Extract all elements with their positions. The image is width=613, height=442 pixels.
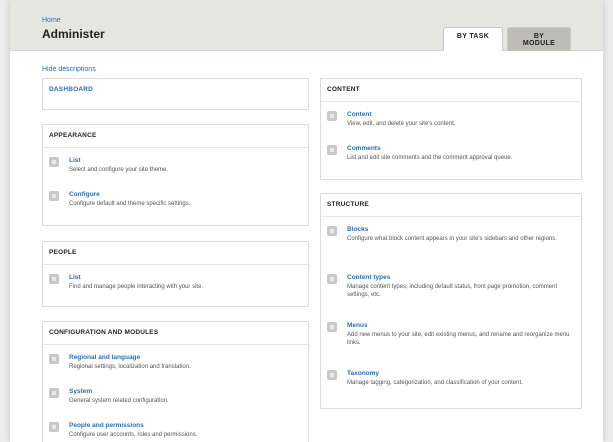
comments-link[interactable]: Comments	[347, 144, 575, 153]
dashboard-link[interactable]: DASHBOARD	[43, 79, 308, 101]
configuration-panel: CONFIGURATION AND MODULES Regional and l…	[42, 321, 309, 442]
dashboard-panel: DASHBOARD	[42, 78, 309, 110]
menus-link[interactable]: Menus	[347, 321, 575, 330]
list-item: Content types Manage content types, incl…	[321, 265, 581, 313]
list-item: System General system related configurat…	[43, 379, 308, 413]
admin-item-icon	[49, 354, 59, 364]
content-link[interactable]: Content	[347, 110, 575, 119]
list-item: Configure Configure default and theme sp…	[43, 182, 308, 216]
list-item: Taxonomy Manage tagging, categorization,…	[321, 361, 581, 407]
item-description: Manage content types, including default …	[347, 284, 558, 298]
item-description: Regional settings, localization and tran…	[69, 364, 191, 370]
item-description: General system related configuration.	[69, 398, 169, 404]
admin-item-icon	[327, 145, 337, 155]
blocks-link[interactable]: Blocks	[347, 225, 575, 234]
appearance-list-link[interactable]: List	[69, 156, 302, 165]
people-panel: PEOPLE List Find and manage people inter…	[42, 241, 309, 307]
people-list-link[interactable]: List	[69, 273, 302, 282]
structure-panel: STRUCTURE Blocks Configure what block co…	[320, 193, 582, 409]
item-description: Configure what block content appears in …	[347, 236, 557, 242]
list-item: Comments List and edit site comments and…	[321, 136, 581, 170]
configuration-title: CONFIGURATION AND MODULES	[43, 322, 308, 345]
admin-item-icon	[49, 422, 59, 432]
list-item: List Find and manage people interacting …	[43, 265, 308, 299]
system-link[interactable]: System	[69, 387, 302, 396]
list-item: Menus Add new menus to your site, edit e…	[321, 313, 581, 361]
admin-item-icon	[49, 157, 59, 167]
people-title: PEOPLE	[43, 242, 308, 265]
admin-item-icon	[49, 274, 59, 284]
list-item: Blocks Configure what block content appe…	[321, 217, 581, 265]
taxonomy-link[interactable]: Taxonomy	[347, 369, 575, 378]
appearance-configure-link[interactable]: Configure	[69, 190, 302, 199]
item-description: List and edit site comments and the comm…	[347, 155, 513, 161]
structure-title: STRUCTURE	[321, 194, 581, 217]
content-panel: CONTENT Content View, edit, and delete y…	[320, 78, 582, 180]
list-item: Regional and language Regional settings,…	[43, 345, 308, 379]
admin-item-icon	[327, 274, 337, 284]
item-description: Find and manage people interacting with …	[69, 284, 204, 290]
admin-item-icon	[49, 191, 59, 201]
breadcrumb-home-link[interactable]: Home	[42, 17, 61, 24]
admin-item-icon	[327, 111, 337, 121]
regional-language-link[interactable]: Regional and language	[69, 353, 302, 362]
view-tabs: BY TASK BY MODULE	[443, 27, 571, 51]
item-description: Add new menus to your site, edit existin…	[347, 332, 570, 346]
item-description: View, edit, and delete your site's conte…	[347, 121, 456, 127]
item-description: Configure user accounts, roles and permi…	[69, 432, 198, 438]
list-item: Content View, edit, and delete your site…	[321, 102, 581, 136]
people-permissions-link[interactable]: People and permissions	[69, 421, 302, 430]
item-description: Configure default and theme specific set…	[69, 201, 191, 207]
tab-by-module[interactable]: BY MODULE	[507, 27, 571, 51]
item-description: Manage tagging, categorization, and clas…	[347, 380, 523, 386]
hide-descriptions-link[interactable]: Hide descriptions	[42, 66, 96, 73]
page-header: Home Administer BY TASK BY MODULE	[10, 0, 603, 51]
list-item: List Select and configure your site them…	[43, 148, 308, 182]
appearance-title: APPEARANCE	[43, 125, 308, 148]
admin-item-icon	[327, 322, 337, 332]
content-types-link[interactable]: Content types	[347, 273, 575, 282]
admin-window: Home Administer BY TASK BY MODULE Hide d…	[10, 0, 603, 442]
item-description: Select and configure your site theme.	[69, 167, 169, 173]
admin-item-icon	[327, 226, 337, 236]
page-title: Administer	[42, 27, 105, 41]
admin-item-icon	[327, 370, 337, 380]
tab-by-task[interactable]: BY TASK	[443, 27, 503, 51]
admin-item-icon	[49, 388, 59, 398]
appearance-panel: APPEARANCE List Select and configure you…	[42, 124, 309, 226]
content-title: CONTENT	[321, 79, 581, 102]
list-item: People and permissions Configure user ac…	[43, 413, 308, 442]
